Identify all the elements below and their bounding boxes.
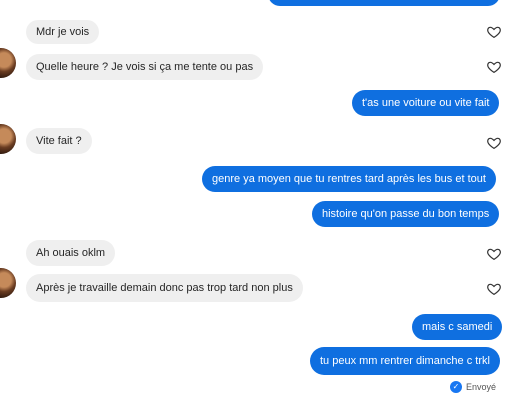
message-outgoing[interactable]: mais c samedi bbox=[412, 314, 503, 340]
sent-status-label: Envoyé bbox=[466, 382, 497, 392]
heart-outline-icon[interactable] bbox=[486, 135, 502, 151]
message-text: Mdr je vois bbox=[36, 26, 90, 38]
heart-outline-icon[interactable] bbox=[486, 59, 502, 75]
message-incoming[interactable]: Quelle heure ? Je vois si ça me tente ou… bbox=[26, 54, 264, 80]
message-text: t'as une voiture ou vite fait bbox=[362, 97, 490, 109]
sent-check-icon: ✓ bbox=[450, 381, 462, 393]
message-incoming[interactable]: Vite fait ? bbox=[26, 128, 92, 154]
message-text: Vite fait ? bbox=[36, 135, 82, 147]
message-incoming[interactable]: Mdr je vois bbox=[26, 20, 100, 44]
message-text: histoire qu'on passe du bon temps bbox=[322, 208, 490, 220]
sent-status: ✓ Envoyé bbox=[450, 381, 496, 393]
message-outgoing[interactable]: tu peux mm rentrer dimanche c trkl bbox=[310, 347, 500, 375]
avatar[interactable] bbox=[0, 124, 16, 154]
message-text: tu peux mm rentrer dimanche c trkl bbox=[320, 355, 490, 367]
message-text: Ah ouais oklm bbox=[36, 247, 106, 259]
message-incoming[interactable]: Après je travaille demain donc pas trop … bbox=[26, 274, 303, 302]
message-text: mais c samedi bbox=[422, 321, 493, 333]
avatar[interactable] bbox=[0, 268, 16, 298]
heart-outline-icon[interactable] bbox=[486, 281, 502, 297]
message-text: genre ya moyen que tu rentres tard après… bbox=[212, 173, 486, 185]
message-text: Quelle heure ? Je vois si ça me tente ou… bbox=[36, 61, 254, 73]
outgoing-bubble-partial bbox=[268, 0, 500, 6]
message-outgoing[interactable]: histoire qu'on passe du bon temps bbox=[312, 201, 500, 227]
message-outgoing[interactable]: t'as une voiture ou vite fait bbox=[352, 90, 500, 116]
avatar[interactable] bbox=[0, 48, 16, 78]
heart-outline-icon[interactable] bbox=[486, 24, 502, 40]
message-text: Après je travaille demain donc pas trop … bbox=[36, 282, 293, 294]
heart-outline-icon[interactable] bbox=[486, 246, 502, 262]
message-outgoing[interactable]: genre ya moyen que tu rentres tard après… bbox=[202, 166, 496, 192]
message-incoming[interactable]: Ah ouais oklm bbox=[26, 240, 116, 266]
